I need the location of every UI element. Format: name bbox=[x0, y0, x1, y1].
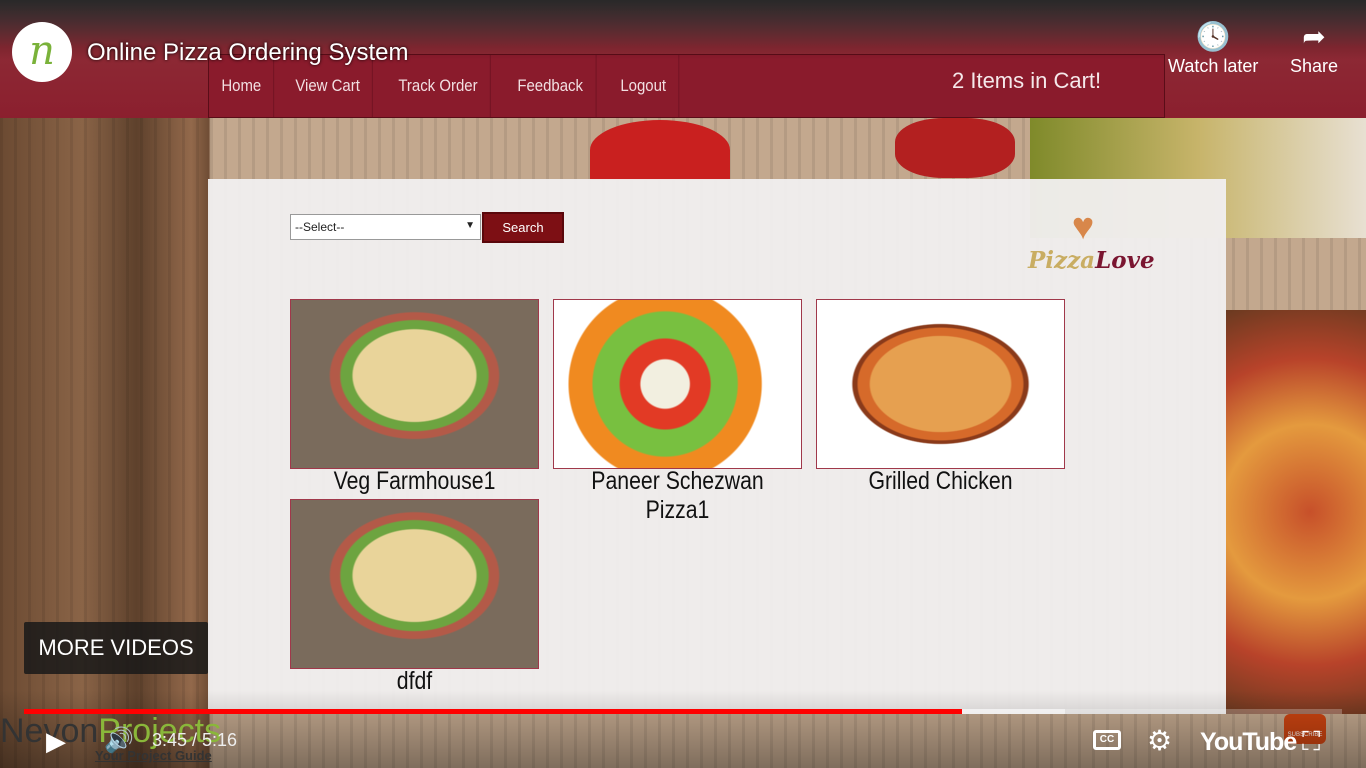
played-bar bbox=[24, 709, 963, 714]
progress-bar[interactable] bbox=[24, 709, 1342, 714]
product-card[interactable]: dfdf bbox=[290, 499, 539, 696]
time-display: 3:45 / 5:16 bbox=[152, 730, 238, 750]
pepper-decor bbox=[895, 118, 1015, 178]
main-content: --Select-- ▼ Search ♥ PizzaLove Veg Farmho… bbox=[208, 179, 1226, 714]
captions-icon[interactable]: CC bbox=[1093, 730, 1121, 750]
category-select[interactable]: --Select-- ▼ bbox=[290, 214, 481, 240]
logo-text-pizza: Pizza bbox=[1028, 247, 1096, 274]
logo-text-love: Love bbox=[1095, 247, 1155, 274]
video-title[interactable]: Online Pizza Ordering System bbox=[87, 39, 408, 67]
exit-fullscreen-icon[interactable]: ⛶ bbox=[1302, 726, 1320, 758]
play-icon[interactable]: ▶ bbox=[46, 726, 66, 757]
product-name: Paneer Schezwan Pizza1 bbox=[591, 467, 764, 524]
dropdown-arrow-icon: ▼ bbox=[465, 220, 475, 231]
nav-feedback[interactable]: Feedback bbox=[505, 55, 597, 117]
product-image[interactable] bbox=[290, 299, 539, 469]
nav-logout[interactable]: Logout bbox=[608, 55, 680, 117]
search-button[interactable]: Search bbox=[482, 212, 564, 243]
pizza-decor bbox=[1226, 310, 1366, 714]
product-name: Grilled Chicken bbox=[868, 467, 1013, 495]
clock-icon: 🕓 bbox=[1195, 21, 1231, 52]
share-arrow-icon: ➦ bbox=[1302, 21, 1326, 52]
watch-later-button[interactable]: 🕓 Watch later bbox=[1168, 20, 1258, 77]
tomato-decor bbox=[590, 120, 730, 180]
product-card[interactable]: Paneer Schezwan Pizza1 bbox=[553, 299, 802, 525]
channel-avatar[interactable]: n bbox=[12, 22, 72, 82]
product-image[interactable] bbox=[290, 499, 539, 669]
share-button[interactable]: ➦ Share bbox=[1290, 20, 1338, 77]
product-name: Veg Farmhouse1 bbox=[333, 467, 496, 495]
pizza-heart-icon: ♥ bbox=[1071, 206, 1095, 248]
settings-gear-icon[interactable]: ⚙ bbox=[1147, 724, 1172, 757]
volume-icon[interactable]: 🔊 bbox=[104, 726, 134, 755]
pizza-love-logo: ♥ PizzaLove bbox=[1028, 206, 1155, 274]
share-label: Share bbox=[1290, 56, 1339, 76]
watch-later-label: Watch later bbox=[1168, 56, 1259, 76]
cart-message[interactable]: 2 Items in Cart! bbox=[952, 68, 1101, 94]
product-image[interactable] bbox=[553, 299, 802, 469]
select-value: --Select-- bbox=[295, 220, 345, 234]
more-videos-button[interactable]: MORE VIDEOS bbox=[24, 622, 208, 674]
youtube-logo[interactable]: YouTube bbox=[1200, 728, 1297, 757]
product-card[interactable]: Veg Farmhouse1 bbox=[290, 299, 539, 496]
product-card[interactable]: Grilled Chicken bbox=[816, 299, 1065, 496]
product-image[interactable] bbox=[816, 299, 1065, 469]
